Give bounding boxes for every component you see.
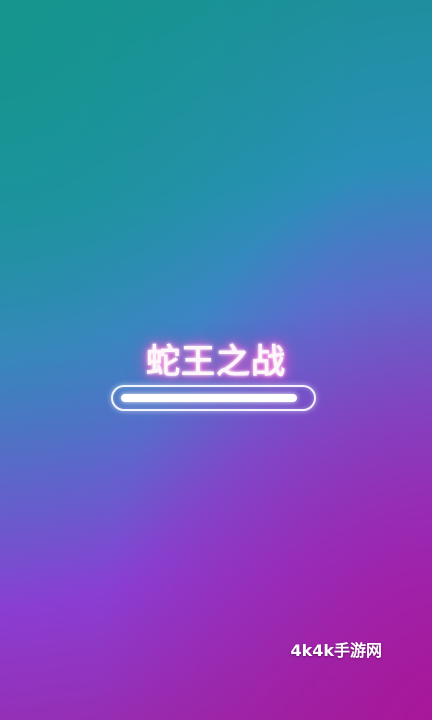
- loading-screen: 蛇王之战 4k4k手游网: [0, 0, 432, 720]
- loading-progress-fill: [121, 394, 297, 402]
- loading-progress-bar: [111, 385, 316, 411]
- watermark-text: 4k4k手游网: [290, 641, 382, 660]
- game-title: 蛇王之战: [146, 342, 286, 382]
